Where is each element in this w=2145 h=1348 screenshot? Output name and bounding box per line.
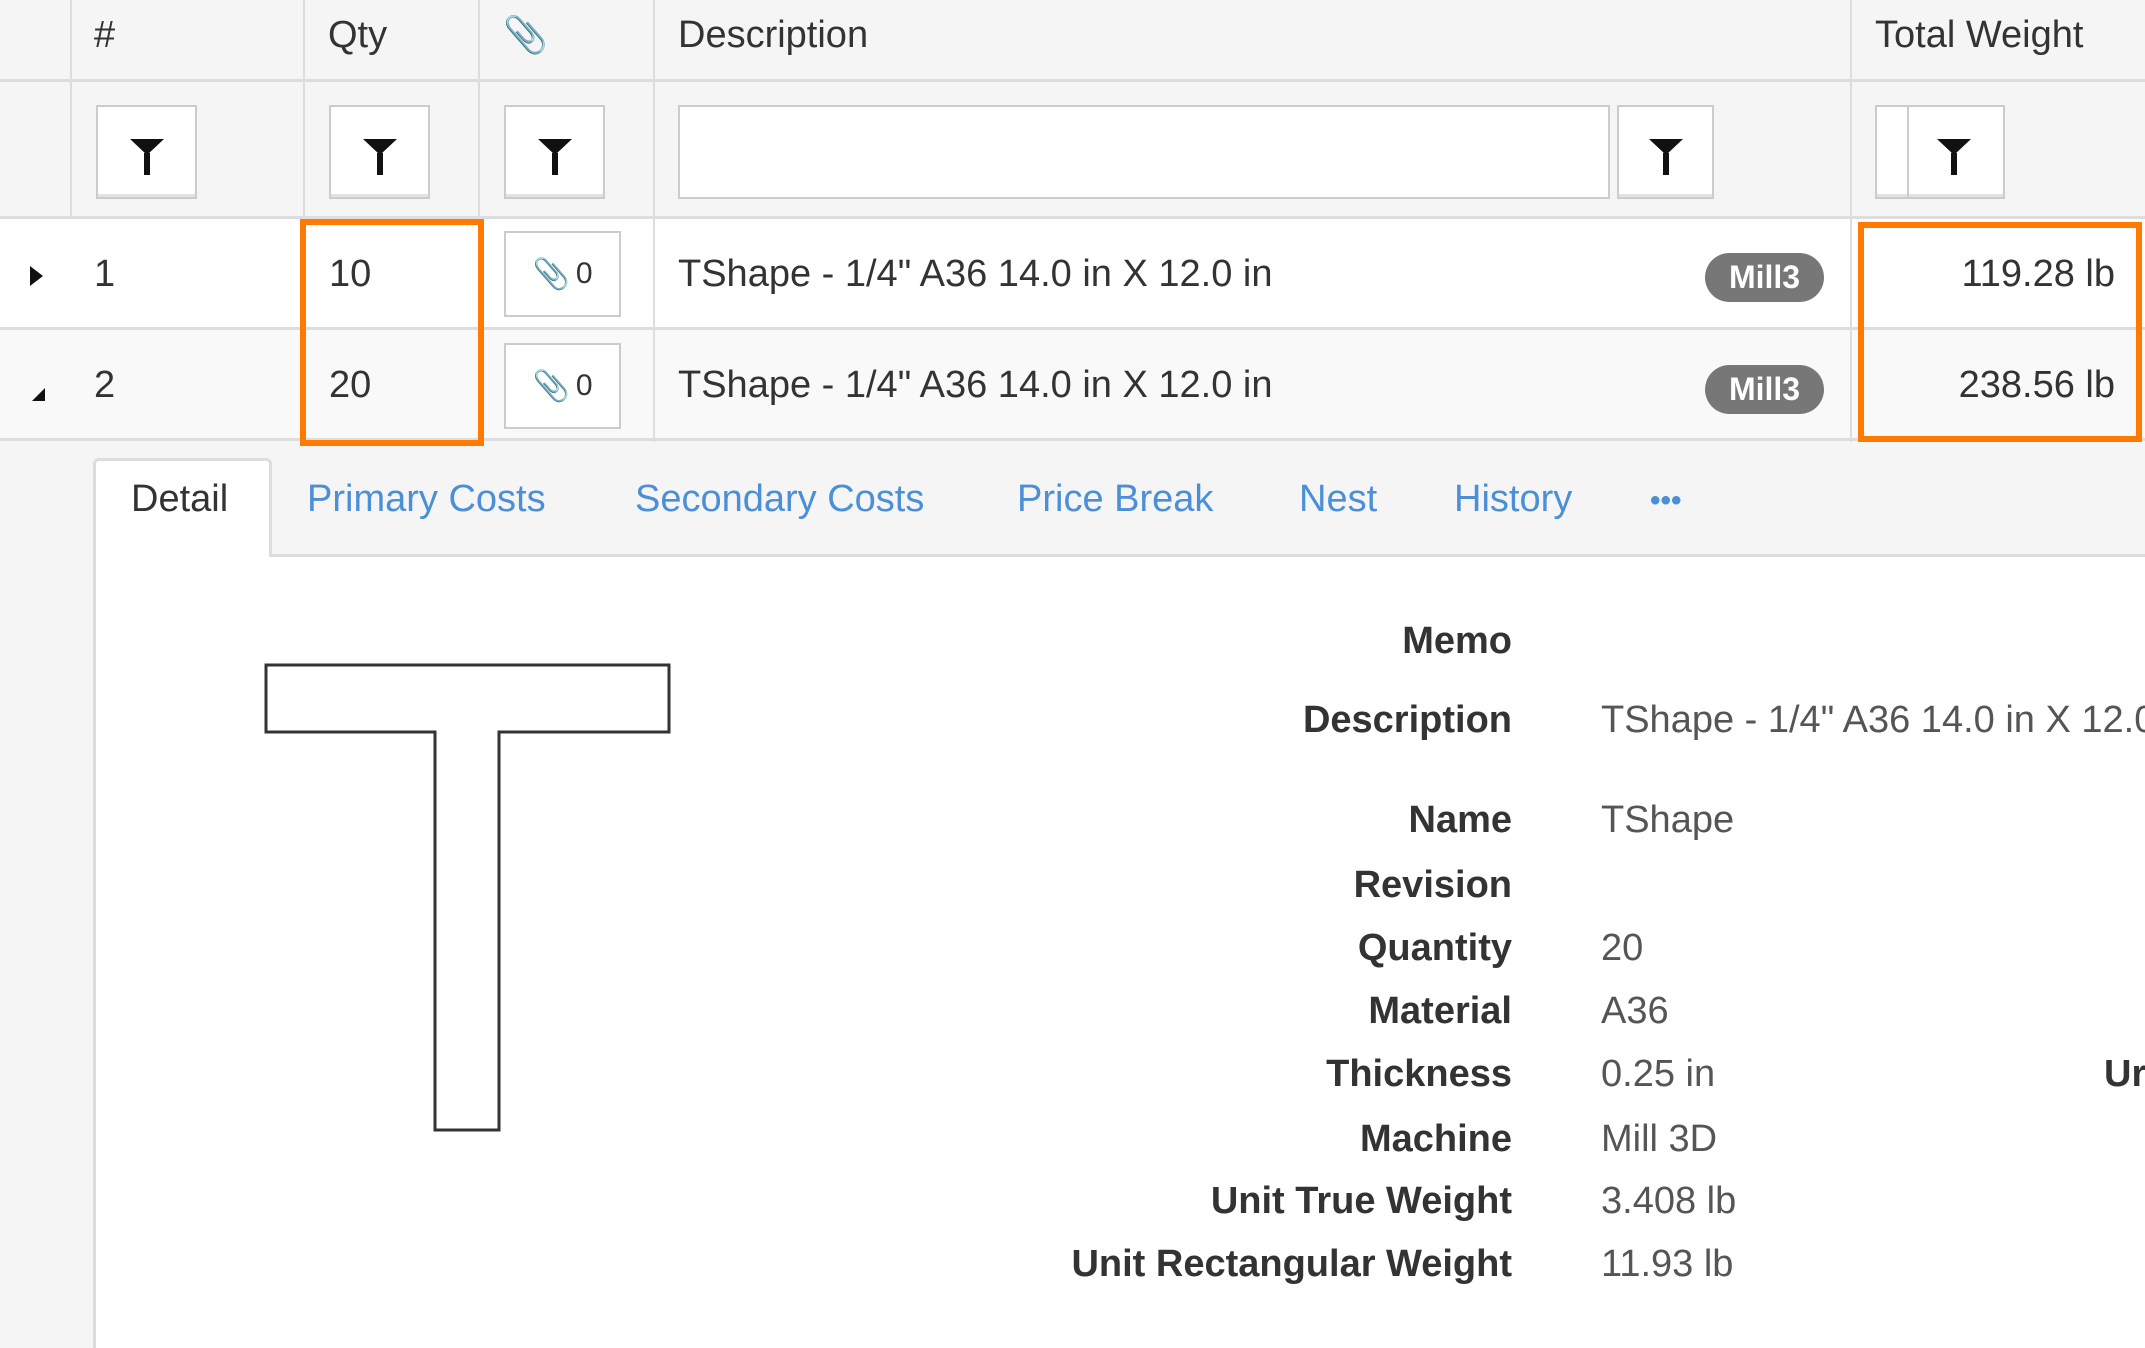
value-quantity: 20: [1601, 927, 1644, 969]
label-clipped: Ur: [2104, 1053, 2145, 1095]
label-quantity: Quantity: [1357, 927, 1512, 969]
tshape-outline: [264, 663, 671, 1132]
value-machine: Mill 3D: [1601, 1118, 1718, 1160]
value-thickness: 0.25 in: [1601, 1053, 1716, 1095]
label-memo: Memo: [1402, 620, 1512, 662]
value-unit-rectangular-weight: 11.93 lb: [1601, 1243, 1734, 1285]
value-material: A36: [1601, 990, 1669, 1032]
value-unit-true-weight: 3.408 lb: [1601, 1180, 1737, 1222]
label-material: Material: [1368, 990, 1512, 1032]
label-unit-true-weight: Unit True Weight: [1210, 1180, 1512, 1222]
label-name: Name: [1408, 799, 1513, 841]
label-unit-rectangular-weight: Unit Rectangular Weight: [1071, 1243, 1512, 1285]
value-description: TShape - 1/4" A36 14.0 in X 12.0 in: [1601, 699, 2145, 741]
value-name: TShape: [1601, 799, 1735, 841]
label-revision: Revision: [1353, 864, 1512, 906]
tshape-drawing: [264, 663, 671, 1132]
label-machine: Machine: [1359, 1118, 1512, 1160]
label-thickness: Thickness: [1326, 1053, 1512, 1095]
label-description: Description: [1302, 699, 1512, 741]
